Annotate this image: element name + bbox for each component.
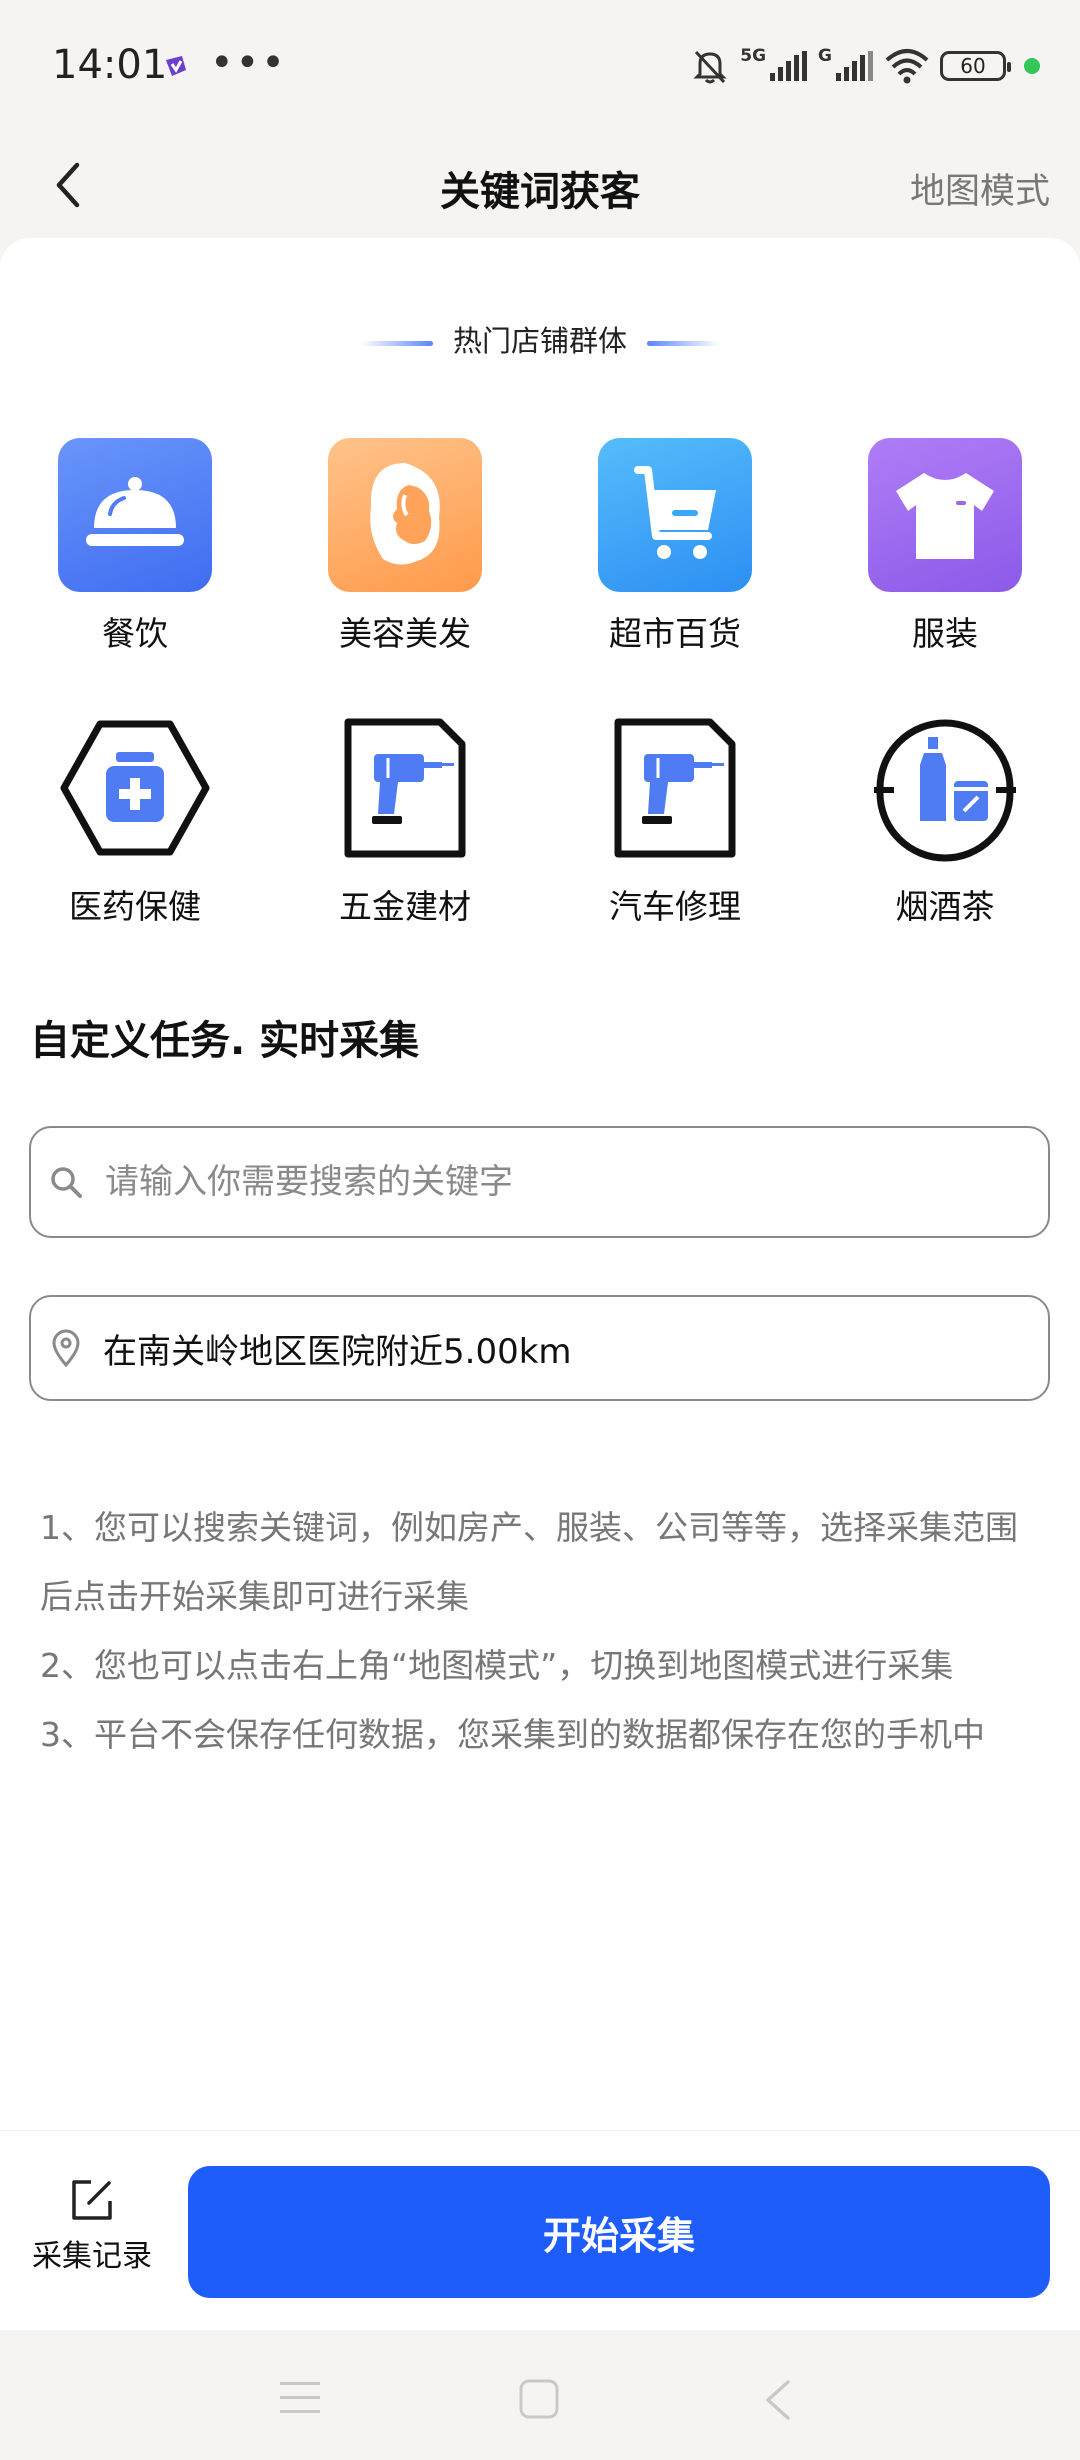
privacy-indicator-dot bbox=[1024, 58, 1040, 74]
custom-task-title: 自定义任务. 实时采集 bbox=[30, 1018, 420, 1064]
main-card: 热门店铺群体 餐饮 美容美发 超市百货 服装 医药保健 五金建材 汽车修理 烟酒… bbox=[0, 238, 1080, 2130]
map-mode-button[interactable]: 地图模式 bbox=[910, 163, 1050, 214]
tshirt-icon bbox=[868, 438, 1022, 592]
back-nav-icon[interactable] bbox=[762, 2378, 792, 2422]
usage-tips: 1、您可以搜索关键词，例如房产、服装、公司等等，选择采集范围后点击开始采集即可进… bbox=[40, 1493, 1040, 1769]
start-collect-button[interactable]: 开始采集 bbox=[188, 2166, 1050, 2298]
drill-tool-icon bbox=[328, 711, 482, 865]
category-label: 烟酒茶 bbox=[895, 887, 995, 926]
category-tobacco-wine-tea[interactable]: 烟酒茶 bbox=[810, 711, 1080, 928]
category-hardware[interactable]: 五金建材 bbox=[270, 711, 540, 928]
category-label: 超市百货 bbox=[609, 614, 741, 653]
medicine-bottle-icon bbox=[58, 711, 212, 865]
tip-2: 2、您也可以点击右上角“地图模式”，切换到地图模式进行采集 bbox=[40, 1646, 954, 1685]
menu-icon[interactable] bbox=[278, 2378, 322, 2418]
beauty-face-icon bbox=[328, 438, 482, 592]
signal-icon bbox=[770, 51, 808, 81]
category-label: 五金建材 bbox=[339, 887, 471, 926]
category-label: 医药保健 bbox=[69, 887, 201, 926]
network-g-label: G bbox=[818, 46, 832, 66]
network-5g-label: 5G bbox=[740, 46, 767, 66]
location-pin-icon bbox=[52, 1329, 80, 1367]
home-icon[interactable] bbox=[518, 2378, 560, 2420]
category-clothing[interactable]: 服装 bbox=[810, 438, 1080, 655]
category-beauty[interactable]: 美容美发 bbox=[270, 438, 540, 655]
edit-note-icon bbox=[72, 2180, 112, 2220]
category-label: 餐饮 bbox=[102, 614, 168, 653]
location-text: 在南关岭地区医院附近5.00km bbox=[103, 1331, 572, 1372]
bottle-cup-icon bbox=[868, 711, 1022, 865]
category-label: 美容美发 bbox=[339, 614, 471, 653]
category-medicine[interactable]: 医药保健 bbox=[0, 711, 270, 928]
food-cover-icon bbox=[58, 438, 212, 592]
tip-3: 3、平台不会保存任何数据，您采集到的数据都保存在您的手机中 bbox=[40, 1715, 985, 1754]
category-food[interactable]: 餐饮 bbox=[0, 438, 270, 655]
nav-bar: 关键词获客 地图模式 bbox=[0, 135, 1080, 235]
signal-icon-2 bbox=[836, 51, 873, 81]
header-line-left bbox=[360, 340, 433, 346]
app-notification-icon bbox=[166, 56, 186, 76]
tip-1: 1、您可以搜索关键词，例如房产、服装、公司等等，选择采集范围后点击开始采集即可进… bbox=[40, 1508, 1018, 1616]
hot-section-header: 热门店铺群体 bbox=[0, 318, 1080, 360]
more-notifications-icon: ••• bbox=[210, 40, 287, 86]
category-supermarket[interactable]: 超市百货 bbox=[540, 438, 810, 655]
status-time: 14:01 bbox=[52, 42, 168, 88]
shopping-cart-icon bbox=[598, 438, 752, 592]
header-line-right bbox=[647, 340, 719, 346]
search-input[interactable] bbox=[103, 1161, 1007, 1203]
bottom-action-bar: 采集记录 开始采集 bbox=[0, 2130, 1080, 2331]
category-auto-repair[interactable]: 汽车修理 bbox=[540, 711, 810, 928]
keyword-search-field[interactable] bbox=[29, 1126, 1050, 1238]
collect-records-label: 采集记录 bbox=[32, 2239, 152, 2274]
status-indicators: 5G G 60 bbox=[690, 46, 1040, 86]
hot-section-title: 热门店铺群体 bbox=[452, 324, 627, 358]
category-label: 汽车修理 bbox=[609, 887, 741, 926]
system-nav-bar bbox=[0, 2330, 1080, 2460]
wifi-icon bbox=[885, 49, 929, 84]
battery-icon: 60 bbox=[940, 51, 1011, 81]
search-icon bbox=[51, 1167, 82, 1198]
category-label: 服装 bbox=[912, 614, 978, 653]
drill-tool-icon bbox=[598, 711, 752, 865]
collect-records-button[interactable]: 采集记录 bbox=[22, 2177, 162, 2275]
status-bar: 14:01 ••• 5G G 60 bbox=[0, 0, 1080, 135]
mute-bell-icon bbox=[693, 50, 727, 84]
location-range-field[interactable]: 在南关岭地区医院附近5.00km bbox=[29, 1295, 1050, 1401]
